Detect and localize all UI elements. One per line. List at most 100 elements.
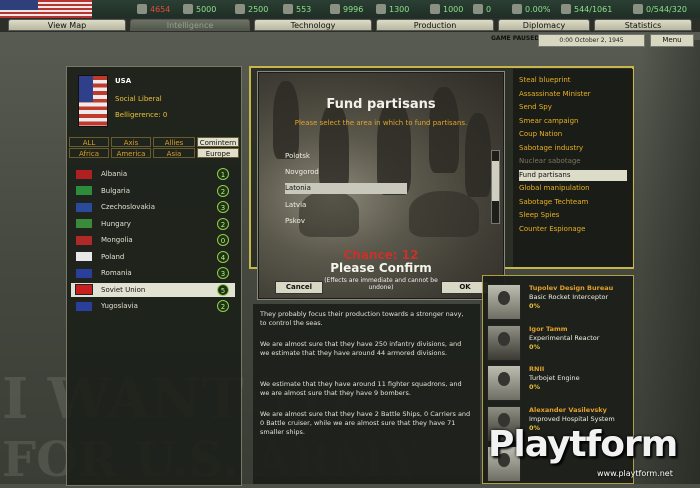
- mission-sleep-spies[interactable]: Sleep Spies: [519, 210, 627, 221]
- resource-transports: 1000: [430, 3, 463, 15]
- country-row-name: Albania: [101, 170, 128, 178]
- intel-report: They probably focus their production tow…: [253, 304, 480, 484]
- mission-assassinate-minister[interactable]: Assassinate Minister: [519, 89, 627, 100]
- menu-button[interactable]: Menu: [650, 34, 694, 47]
- mission-fund-partisans[interactable]: Fund partisans: [519, 169, 627, 181]
- spy-count-badge: 1: [217, 168, 229, 180]
- tab-intelligence[interactable]: Intelligence: [130, 19, 250, 31]
- province-item-pskov[interactable]: Pskov: [285, 216, 407, 227]
- mission-list: Steal blueprint Assassinate Minister Send …: [513, 69, 633, 267]
- country-row-yugoslavia[interactable]: Yugoslavia 2: [71, 299, 235, 313]
- country-row-soviet-union[interactable]: Soviet Union 5: [71, 282, 235, 297]
- research-project: Improved Hospital System: [529, 414, 615, 423]
- supplies-icon: [330, 4, 340, 14]
- country-row-czechoslovakia[interactable]: Czechoslovakia 3: [71, 200, 235, 214]
- province-item-latonia[interactable]: Latonia: [285, 183, 407, 195]
- spy-count-badge: 3: [217, 267, 229, 279]
- background-stripe: [640, 40, 700, 484]
- resource-value: 2500: [248, 4, 269, 14]
- research-progress: 0%: [529, 342, 541, 351]
- filter-all[interactable]: ALL: [69, 137, 109, 147]
- research-project: Experimental Reactor: [529, 333, 600, 342]
- country-row-name: Poland: [101, 252, 125, 261]
- dialog-title: Fund partisans: [326, 97, 436, 112]
- country-row-romania[interactable]: Romania 3: [71, 266, 235, 280]
- tab-statistics[interactable]: Statistics: [594, 19, 692, 31]
- mission-sabotage-industry[interactable]: Sabotage industry: [519, 143, 627, 154]
- resource-dissent: 0.00%: [512, 3, 550, 15]
- resource-value: 1300: [389, 4, 410, 14]
- resource-value: 553: [296, 4, 312, 14]
- country-flag-icon: [75, 267, 93, 279]
- spy-count-badge: 2: [217, 300, 229, 312]
- country-row-albania[interactable]: Albania 1: [71, 167, 235, 181]
- resource-manpower: 544/1061: [561, 3, 612, 15]
- mission-steal-blueprint[interactable]: Steal blueprint: [519, 75, 627, 86]
- filter-europe[interactable]: Europe: [197, 148, 239, 158]
- country-row-bulgaria[interactable]: Bulgaria 2: [71, 184, 235, 198]
- tab-view-map[interactable]: View Map: [8, 19, 126, 31]
- tab-production[interactable]: Production: [376, 19, 494, 31]
- province-item-latvia[interactable]: Latvia: [285, 200, 407, 211]
- research-progress: 0%: [529, 302, 541, 310]
- country-row-poland[interactable]: Poland 4: [71, 250, 235, 264]
- resource-value: 0.00%: [525, 4, 551, 14]
- tab-technology[interactable]: Technology: [254, 19, 372, 31]
- mission-coup-nation[interactable]: Coup Nation: [519, 129, 627, 140]
- mission-send-spy[interactable]: Send Spy: [519, 102, 627, 113]
- oil-icon: [283, 4, 293, 14]
- country-row-name: Romania: [101, 269, 132, 277]
- filter-asia[interactable]: Asia: [153, 148, 195, 158]
- tab-diplomacy[interactable]: Diplomacy: [498, 19, 590, 31]
- mission-sabotage-techteam[interactable]: Sabotage Techteam: [519, 197, 627, 208]
- chance-label: Chance: 12: [343, 248, 419, 262]
- research-item: RNII Turbojet Engine 0%: [487, 363, 633, 403]
- country-flag-icon: [75, 168, 93, 180]
- main-tabs: View Map Intelligence Technology Product…: [0, 18, 700, 32]
- filter-allies[interactable]: Allies: [153, 137, 195, 147]
- research-team-name: Igor Tamm: [529, 324, 568, 333]
- country-row-name: Yugoslavia: [101, 302, 138, 310]
- manpower-icon: [561, 4, 571, 14]
- resource-supplies: 9996: [330, 3, 363, 15]
- resource-oil: 553: [283, 3, 311, 15]
- filter-america[interactable]: America: [111, 148, 151, 158]
- report-paragraph: We are almost sure that they have 2 Batt…: [260, 410, 471, 436]
- cancel-button[interactable]: Cancel: [275, 281, 323, 294]
- resource-value: 544/1061: [574, 4, 613, 14]
- filter-africa[interactable]: Africa: [69, 148, 109, 158]
- report-paragraph: They probably focus their production tow…: [260, 310, 464, 327]
- mission-smear-campaign[interactable]: Smear campaign: [519, 116, 627, 127]
- research-team-name: Alexander Vasilevsky: [529, 405, 607, 414]
- dialog-subtitle: Please select the area in which to fund …: [294, 119, 468, 127]
- mission-counter-espionage[interactable]: Counter Espionage: [519, 224, 627, 235]
- rare-materials-icon: [235, 4, 245, 14]
- province-item-novgorod[interactable]: Novgorod: [285, 167, 407, 178]
- country-row-name: Hungary: [101, 219, 131, 228]
- research-project: Basic Rocket Interceptor: [529, 293, 609, 301]
- country-row-name: Bulgaria: [101, 186, 131, 195]
- escort-icon: [473, 4, 483, 14]
- country-row-mongolia[interactable]: Mongolia 0: [71, 233, 235, 247]
- report-paragraph: We estimate that they have around 11 fig…: [260, 380, 462, 397]
- dissent-icon: [512, 4, 522, 14]
- scientist-portrait: [487, 365, 521, 401]
- please-confirm-label: Please Confirm: [330, 261, 432, 275]
- province-item-polotsk[interactable]: Polotsk: [285, 151, 407, 162]
- filter-axis[interactable]: Axis: [111, 137, 151, 147]
- country-row-hungary[interactable]: Hungary 2: [71, 217, 235, 231]
- resource-value: 4654: [150, 4, 171, 14]
- metal-icon: [183, 4, 193, 14]
- resource-metal: 5000: [183, 3, 216, 15]
- country-flag-icon: [75, 201, 93, 213]
- spy-count-badge: 3: [217, 201, 229, 213]
- fund-partisans-dialog: Fund partisans Please select the area in…: [258, 72, 504, 299]
- game-date: 0:00 October 2, 1945: [538, 34, 645, 47]
- usa-flag: [78, 75, 108, 127]
- country-flag-icon: [75, 251, 93, 262]
- filter-comintern[interactable]: Comintern: [197, 137, 239, 147]
- resource-escorts: 0: [473, 3, 491, 15]
- mission-global-manipulation[interactable]: Global manipulation: [519, 183, 627, 194]
- province-scrollbar[interactable]: [491, 150, 500, 224]
- resource-value: 9996: [343, 4, 364, 14]
